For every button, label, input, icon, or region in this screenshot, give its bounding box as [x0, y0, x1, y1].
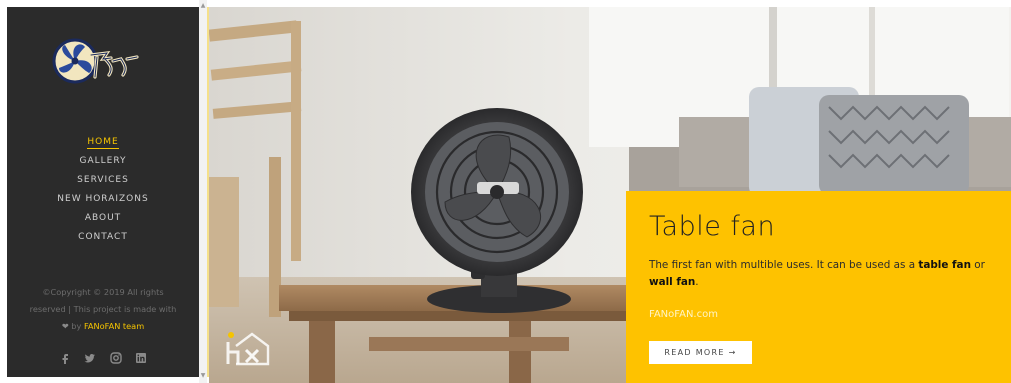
- heart-icon: ❤: [61, 321, 69, 331]
- scrollbar[interactable]: ▲ ▼: [199, 0, 207, 383]
- sidebar: HOME GALLERY SERVICES NEW HORAIZONS ABOU…: [7, 7, 199, 377]
- copyright-line3: ❤ by FANoFAN team: [17, 318, 189, 335]
- copyright-line1: ©Copyright © 2019 All rights: [42, 287, 164, 297]
- nav-item-about[interactable]: ABOUT: [7, 209, 199, 228]
- idx-watermark-logo: [226, 332, 270, 366]
- hero-description: The first fan with multible uses. It can…: [649, 259, 985, 288]
- read-more-button[interactable]: READ MORE →: [649, 341, 752, 364]
- copyright-by: by: [71, 321, 82, 331]
- nav-item-new-horaizons[interactable]: NEW HORAIZONS: [7, 190, 199, 209]
- nav-item-home[interactable]: HOME: [7, 133, 199, 152]
- hero-info-card: Table fan The first fan with multible us…: [626, 191, 1011, 383]
- hero-title: Table fan: [649, 211, 776, 242]
- nav-item-gallery[interactable]: GALLERY: [7, 152, 199, 171]
- instagram-icon[interactable]: [109, 351, 122, 364]
- linkedin-icon[interactable]: [135, 352, 147, 364]
- copyright-line2: reserved | This project is made with: [29, 304, 177, 314]
- copyright: ©Copyright © 2019 All rights reserved | …: [17, 284, 189, 335]
- fanofan-logo[interactable]: [51, 35, 141, 87]
- scroll-down-arrow-icon[interactable]: ▼: [200, 372, 206, 380]
- twitter-icon[interactable]: [84, 352, 96, 364]
- facebook-icon[interactable]: [59, 352, 71, 364]
- copyright-team-link[interactable]: FANoFAN team: [84, 321, 144, 331]
- scroll-up-arrow-icon[interactable]: ▲: [200, 2, 206, 10]
- nav-item-services[interactable]: SERVICES: [7, 171, 199, 190]
- hero-site-link[interactable]: FANoFAN.com: [649, 309, 718, 320]
- main-nav: HOME GALLERY SERVICES NEW HORAIZONS ABOU…: [7, 133, 199, 247]
- nav-item-contact[interactable]: CONTACT: [7, 228, 199, 247]
- social-links: [7, 347, 199, 366]
